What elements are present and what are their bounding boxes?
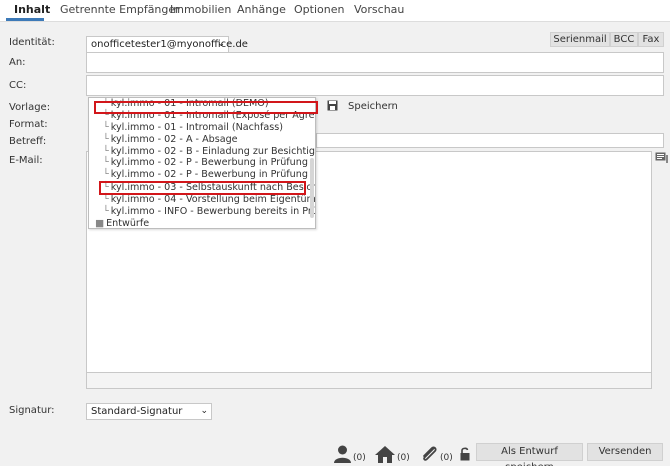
person-icon: [334, 445, 351, 463]
cc-input[interactable]: [86, 75, 664, 96]
serienmail-button[interactable]: Serienmail: [550, 32, 610, 47]
dropdown-item[interactable]: └ kyl.immo - 02 - B - Einladung zur Besic…: [103, 146, 315, 157]
chevron-down-icon: ⌄: [217, 39, 225, 49]
bcc-button[interactable]: BCC: [610, 32, 638, 47]
an-input[interactable]: [86, 52, 664, 73]
send-button[interactable]: Versenden: [587, 443, 663, 461]
betreff-input[interactable]: [316, 133, 664, 148]
dropdown-item[interactable]: └ kyl.immo - 02 - P - Bewerbung in Prüfun…: [103, 157, 308, 168]
email-label: E-Mail:: [9, 155, 43, 166]
folder-icon: ■: [95, 218, 105, 229]
format-label: Format:: [9, 119, 48, 130]
identitaet-select[interactable]: onofficetester1@myonoffice.de ⌄: [86, 36, 248, 53]
cc-label: CC:: [9, 80, 27, 91]
unlock-icon[interactable]: [459, 447, 471, 461]
dropdown-item[interactable]: └ kyl.immo - 01 - Intromail (Nachfass): [103, 122, 283, 133]
identitaet-label: Identität:: [9, 37, 55, 48]
save-draft-button[interactable]: Als Entwurf speichern: [476, 443, 583, 466]
signatur-label: Signatur:: [9, 405, 55, 416]
contacts-group[interactable]: (0): [333, 443, 366, 463]
attachments-count: (0): [440, 453, 453, 463]
dropdown-item[interactable]: └ kyl.immo - 04 - Vorstellung beim Eigent…: [103, 194, 315, 205]
chevron-down-icon: ⌄: [200, 406, 208, 416]
dropdown-item[interactable]: └ kyl.immo - 02 - A - Absage: [103, 134, 238, 145]
an-label: An:: [9, 57, 26, 68]
dropdown-item[interactable]: └ kyl.immo - 02 - P - Bewerbung in Prüfun…: [103, 169, 315, 180]
tab-vorschau[interactable]: Vorschau: [354, 3, 404, 16]
tab-inhalt[interactable]: Inhalt: [14, 3, 50, 16]
betreff-label: Betreff:: [9, 136, 47, 147]
dropdown-scrollbar[interactable]: [310, 158, 314, 218]
paperclip-icon: [423, 446, 437, 461]
signatur-select[interactable]: Standard-Signatur ⌄: [86, 403, 212, 420]
tab-anhaenge[interactable]: Anhänge: [237, 3, 286, 16]
tab-getrennte-empfaenger[interactable]: Getrennte Empfänger: [60, 3, 180, 16]
signatur-value: Standard-Signatur: [91, 406, 183, 417]
editor-statusbar: [86, 372, 652, 389]
dropdown-item[interactable]: └ kyl.immo - INFO - Bewerbung bereits in …: [103, 206, 315, 217]
vorlage-dropdown[interactable]: └ kyl.immo - 01 - Intromail (DEMO) └ kyl.i…: [88, 97, 316, 229]
save-icon[interactable]: [327, 100, 338, 111]
highlight-box: [99, 181, 306, 195]
contacts-count: (0): [353, 453, 366, 463]
vorlage-save-button[interactable]: Speichern: [348, 101, 398, 112]
tab-bar: Inhalt Getrennte Empfänger Immobilien An…: [0, 0, 670, 21]
attachments-group[interactable]: (0): [419, 443, 453, 463]
estates-group[interactable]: (0): [374, 443, 410, 463]
fax-button[interactable]: Fax: [638, 32, 664, 47]
template-icon[interactable]: [655, 152, 668, 163]
tab-immobilien[interactable]: Immobilien: [170, 3, 231, 16]
vorlage-label: Vorlage:: [9, 102, 51, 113]
dropdown-folder[interactable]: ■ Entwürfe: [95, 218, 149, 229]
tab-optionen[interactable]: Optionen: [294, 3, 344, 16]
highlight-box: [94, 101, 318, 114]
house-icon: [375, 446, 395, 463]
estates-count: (0): [397, 453, 410, 463]
